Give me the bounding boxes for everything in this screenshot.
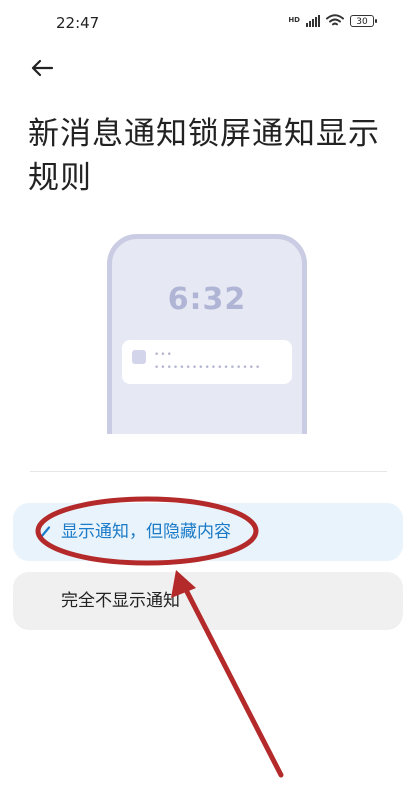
status-icons: HD 30 <box>288 14 377 27</box>
checkmark-icon <box>35 526 51 538</box>
back-button[interactable] <box>28 54 56 82</box>
battery-icon: 30 <box>350 14 377 27</box>
illustration-time: 6:32 <box>167 282 247 317</box>
option-label: 显示通知，但隐藏内容 <box>61 522 231 542</box>
option-hide-notifications[interactable]: 完全不显示通知 <box>13 572 403 630</box>
notification-title-placeholder: ••• <box>154 350 173 360</box>
status-bar: 22:47 HD 30 <box>0 0 416 48</box>
hd-indicator: HD <box>288 16 300 24</box>
signal-icon <box>306 14 320 27</box>
option-label: 完全不显示通知 <box>61 591 180 611</box>
lockscreen-illustration: 6:32 ••• ••••••••••••••••• <box>107 234 307 434</box>
phone-frame <box>107 234 307 434</box>
option-show-hide-content[interactable]: 显示通知，但隐藏内容 <box>13 503 403 561</box>
status-time: 22:47 <box>56 14 100 32</box>
notification-body-placeholder: ••••••••••••••••• <box>154 363 262 373</box>
wifi-icon <box>326 14 344 26</box>
illustration-notification-card: ••• ••••••••••••••••• <box>122 340 292 384</box>
arrow-left-icon <box>31 59 54 77</box>
divider <box>30 471 387 472</box>
notification-app-icon <box>132 350 146 364</box>
page-title: 新消息通知锁屏通知显示规则 <box>28 116 380 196</box>
